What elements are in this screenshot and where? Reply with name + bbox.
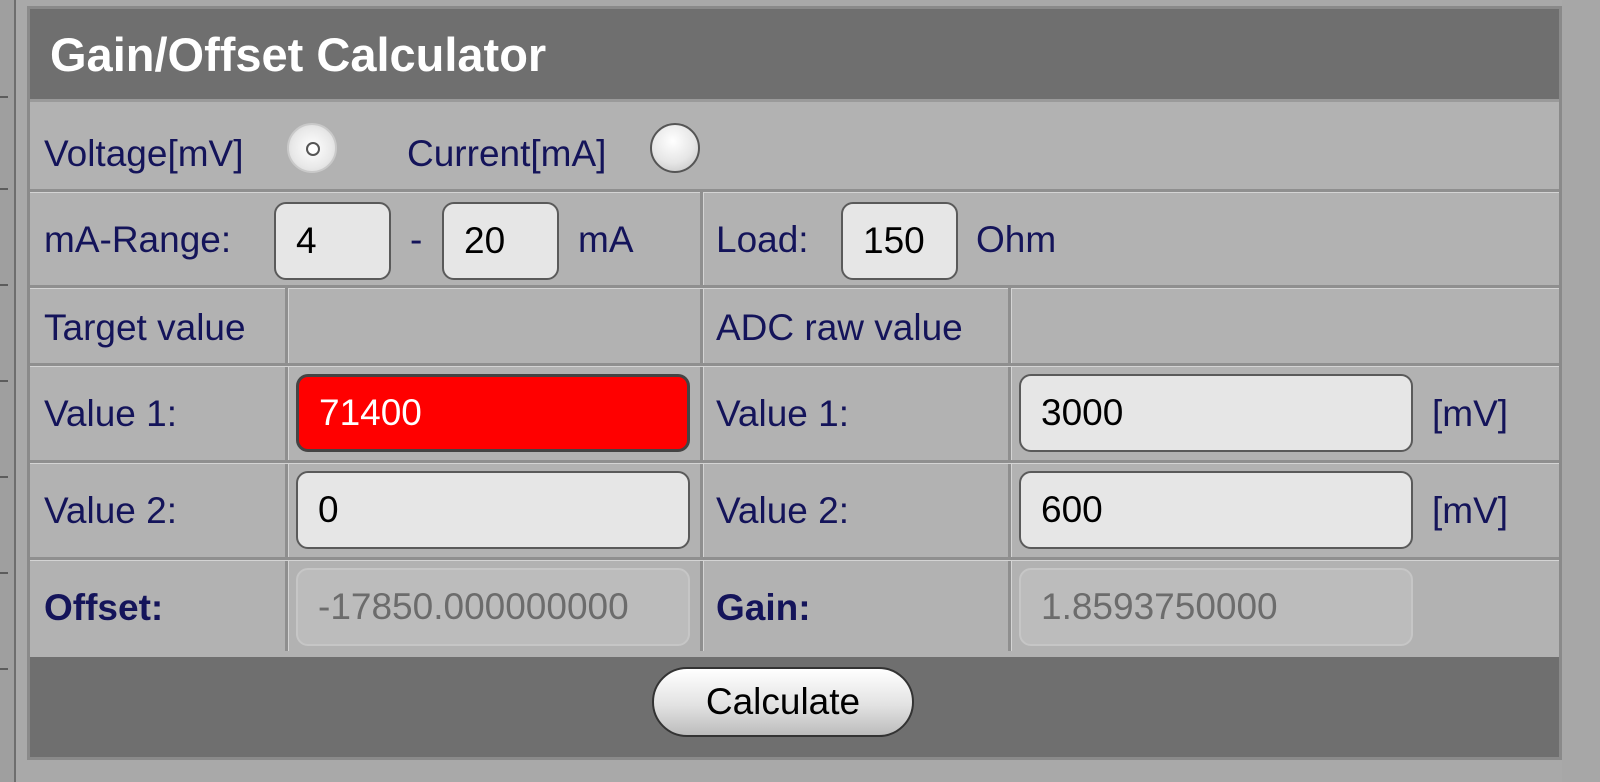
adc-value1-input[interactable] [1019,374,1413,452]
ma-range-unit: mA [578,219,634,260]
adc-raw-value-header: ADC raw value [716,307,963,348]
target-value2-label: Value 2: [44,490,178,531]
target-value1-input[interactable] [296,374,690,452]
right-border-strip [1562,0,1600,782]
gain-output [1019,568,1413,646]
adc-value2-unit: [mV] [1432,490,1509,531]
column-divider [1008,288,1011,651]
load-label: Load: [716,219,809,260]
adc-value2-input[interactable] [1019,471,1413,549]
target-value2-input[interactable] [296,471,690,549]
load-input[interactable] [841,202,958,280]
current-radio[interactable] [650,123,700,173]
column-divider [700,192,703,651]
ma-range-min-input[interactable] [274,202,391,280]
gain-label: Gain: [716,587,811,628]
target-value-header: Target value [44,307,246,348]
radio-selected-dot [306,142,320,156]
ma-range-label: mA-Range: [44,219,232,260]
adc-value2-label: Value 2: [716,490,850,531]
strip-tick [0,668,8,670]
load-unit: Ohm [976,219,1057,260]
title-bar: Gain/Offset Calculator [30,9,1559,102]
row-divider [30,557,1559,560]
current-label: Current[mA] [407,133,607,174]
offset-label: Offset: [44,587,164,628]
left-border-strip [0,0,16,782]
target-value1-label: Value 1: [44,393,178,434]
calculate-button[interactable]: Calculate [652,667,914,737]
row-divider [30,285,1559,288]
voltage-radio[interactable] [287,123,337,173]
row-divider [30,189,1559,192]
voltage-label: Voltage[mV] [44,133,244,174]
range-separator: - [410,219,423,260]
strip-tick [0,476,8,478]
strip-tick [0,572,8,574]
adc-value1-unit: [mV] [1432,393,1509,434]
row-divider [30,460,1559,463]
adc-value1-label: Value 1: [716,393,850,434]
calculator-panel: Gain/Offset Calculator Voltage[mV] Curre… [27,6,1562,760]
ma-range-max-input[interactable] [442,202,559,280]
row-divider [30,363,1559,366]
strip-tick [0,284,8,286]
offset-output [296,568,690,646]
strip-tick [0,188,8,190]
strip-tick [0,380,8,382]
page-title: Gain/Offset Calculator [50,28,547,81]
column-divider [285,288,288,651]
action-bar: Calculate [30,657,1559,757]
strip-tick [0,96,8,98]
